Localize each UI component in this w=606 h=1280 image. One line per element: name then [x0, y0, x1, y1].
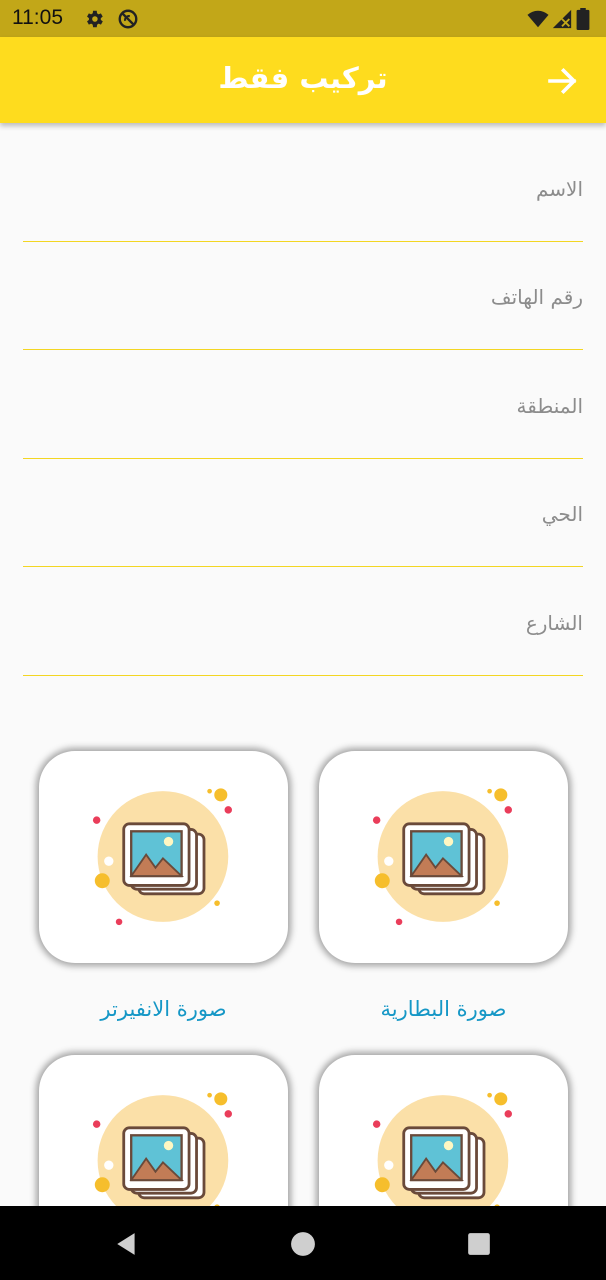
- page-title: تركيب فقط: [218, 61, 388, 95]
- image-gallery-icon: [372, 786, 512, 927]
- district-field: [23, 458, 583, 567]
- street-input[interactable]: [23, 603, 583, 643]
- home-circle-icon[interactable]: [290, 1231, 316, 1257]
- recents-square-icon[interactable]: [466, 1231, 492, 1257]
- battery-photo-label: صورة البطارية: [380, 997, 507, 1021]
- name-field: [23, 133, 583, 242]
- inverter-photo-card[interactable]: [39, 751, 288, 963]
- status-time: 11:05: [12, 6, 63, 29]
- phone-input[interactable]: [23, 277, 583, 317]
- image-gallery-icon: [92, 786, 232, 927]
- app-bar: تركيب فقط: [0, 37, 606, 123]
- region-input[interactable]: [23, 386, 583, 426]
- do-not-disturb-icon: [118, 9, 138, 29]
- battery-icon: [576, 8, 590, 30]
- arrow-forward-icon[interactable]: [544, 63, 580, 99]
- street-field: [23, 567, 583, 676]
- navigation-bar: [0, 1206, 606, 1280]
- signal-icon: [552, 9, 572, 29]
- settings-icon: [87, 10, 103, 28]
- battery-photo-card[interactable]: [319, 751, 568, 963]
- name-input[interactable]: [23, 169, 583, 209]
- back-triangle-icon[interactable]: [114, 1231, 140, 1257]
- inverter-photo-label: صورة الانفيرتر: [100, 997, 227, 1021]
- district-input[interactable]: [23, 494, 583, 534]
- region-field: [23, 350, 583, 459]
- wifi-icon: [527, 10, 549, 28]
- phone-field: [23, 241, 583, 350]
- status-bar: 11:05: [0, 0, 606, 37]
